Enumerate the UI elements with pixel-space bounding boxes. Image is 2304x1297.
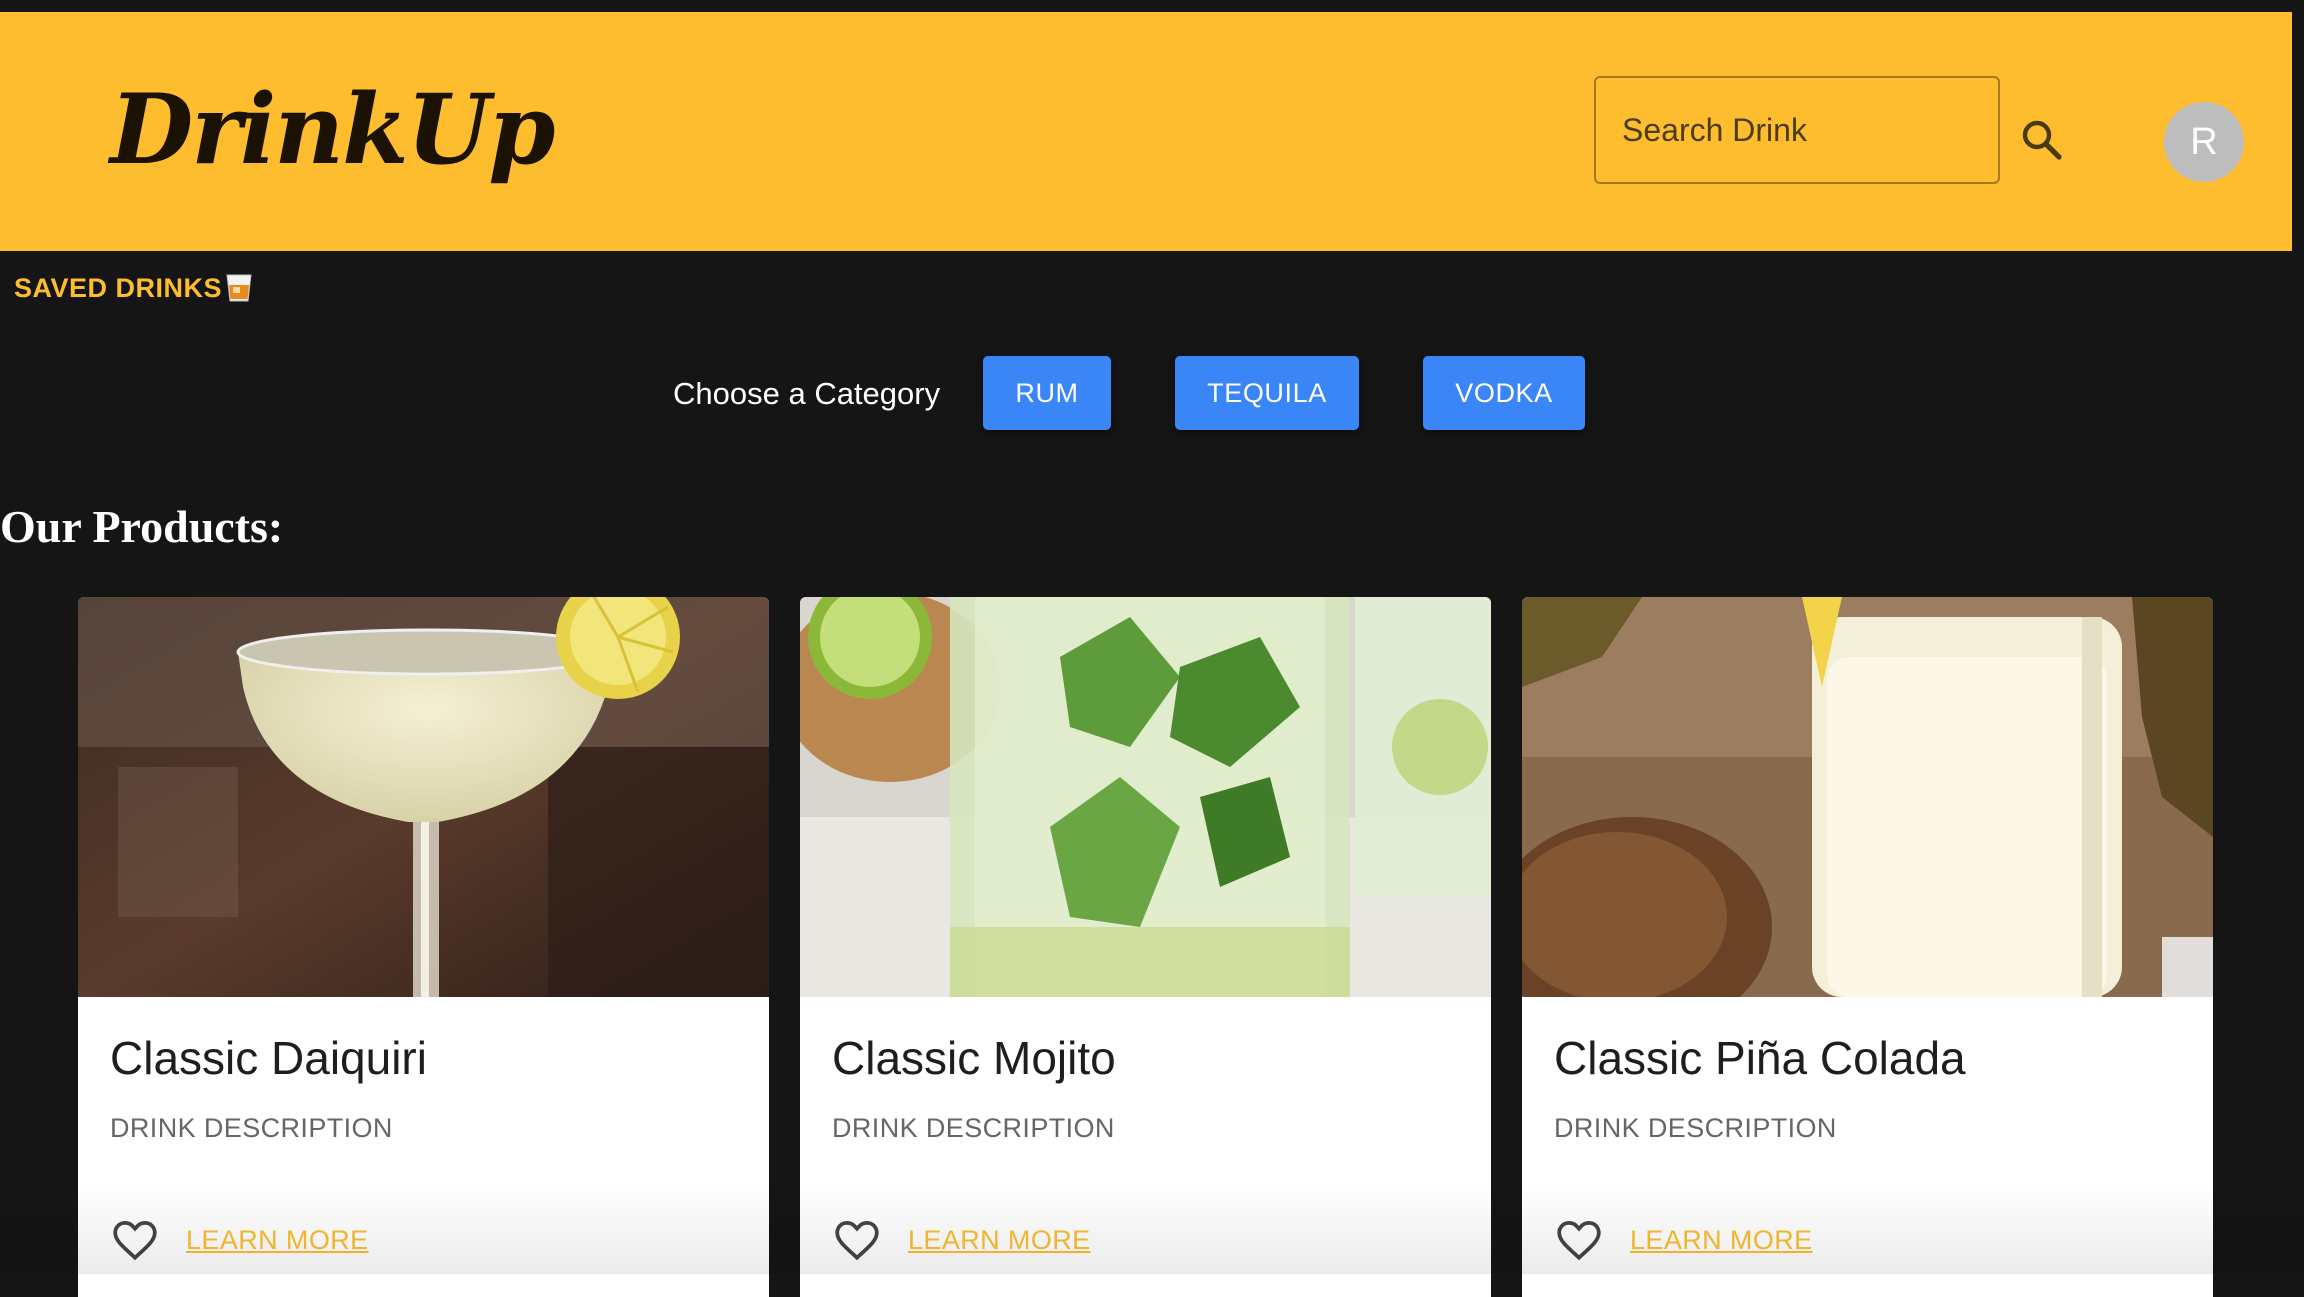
window-top-strip [0,0,2304,12]
daiquiri-image [78,597,769,997]
learn-more-link[interactable]: LEARN MORE [1630,1225,1813,1256]
category-selector: Choose a Category RUM TEQUILA VODKA [0,356,2304,432]
category-vodka-button[interactable]: VODKA [1423,356,1585,430]
saved-drinks-label: SAVED DRINKS [14,273,222,304]
products-heading: Our Products: [0,500,283,553]
product-card: Classic Piña Colada DRINK DESCRIPTION LE… [1522,597,2213,1297]
mojito-image [800,597,1491,997]
category-label: Choose a Category [673,376,940,412]
heart-icon[interactable] [110,1215,160,1265]
heart-icon[interactable] [832,1215,882,1265]
product-name: Classic Daiquiri [110,1031,427,1085]
user-avatar[interactable]: R [2164,102,2244,182]
search-field[interactable] [1594,76,2000,184]
product-name: Classic Mojito [832,1031,1116,1085]
product-description: DRINK DESCRIPTION [1554,1113,1837,1144]
product-card: Classic Mojito DRINK DESCRIPTION LEARN M… [800,597,1491,1297]
product-description: DRINK DESCRIPTION [832,1113,1115,1144]
search-input[interactable] [1596,78,1998,182]
product-card: Classic Daiquiri DRINK DESCRIPTION LEARN… [78,597,769,1297]
search-icon[interactable] [2018,116,2066,164]
category-rum-button[interactable]: RUM [983,356,1111,430]
category-tequila-button[interactable]: TEQUILA [1175,356,1359,430]
learn-more-link[interactable]: LEARN MORE [186,1225,369,1256]
pina-colada-image [1522,597,2213,997]
saved-drinks-link[interactable]: SAVED DRINKS [14,272,254,304]
product-description: DRINK DESCRIPTION [110,1113,393,1144]
product-name: Classic Piña Colada [1554,1031,1966,1085]
heart-icon[interactable] [1554,1215,1604,1265]
tumbler-glass-icon [224,272,254,304]
app-header: DrinkUp R [0,12,2292,251]
learn-more-link[interactable]: LEARN MORE [908,1225,1091,1256]
app-logo[interactable]: DrinkUp [110,82,553,178]
